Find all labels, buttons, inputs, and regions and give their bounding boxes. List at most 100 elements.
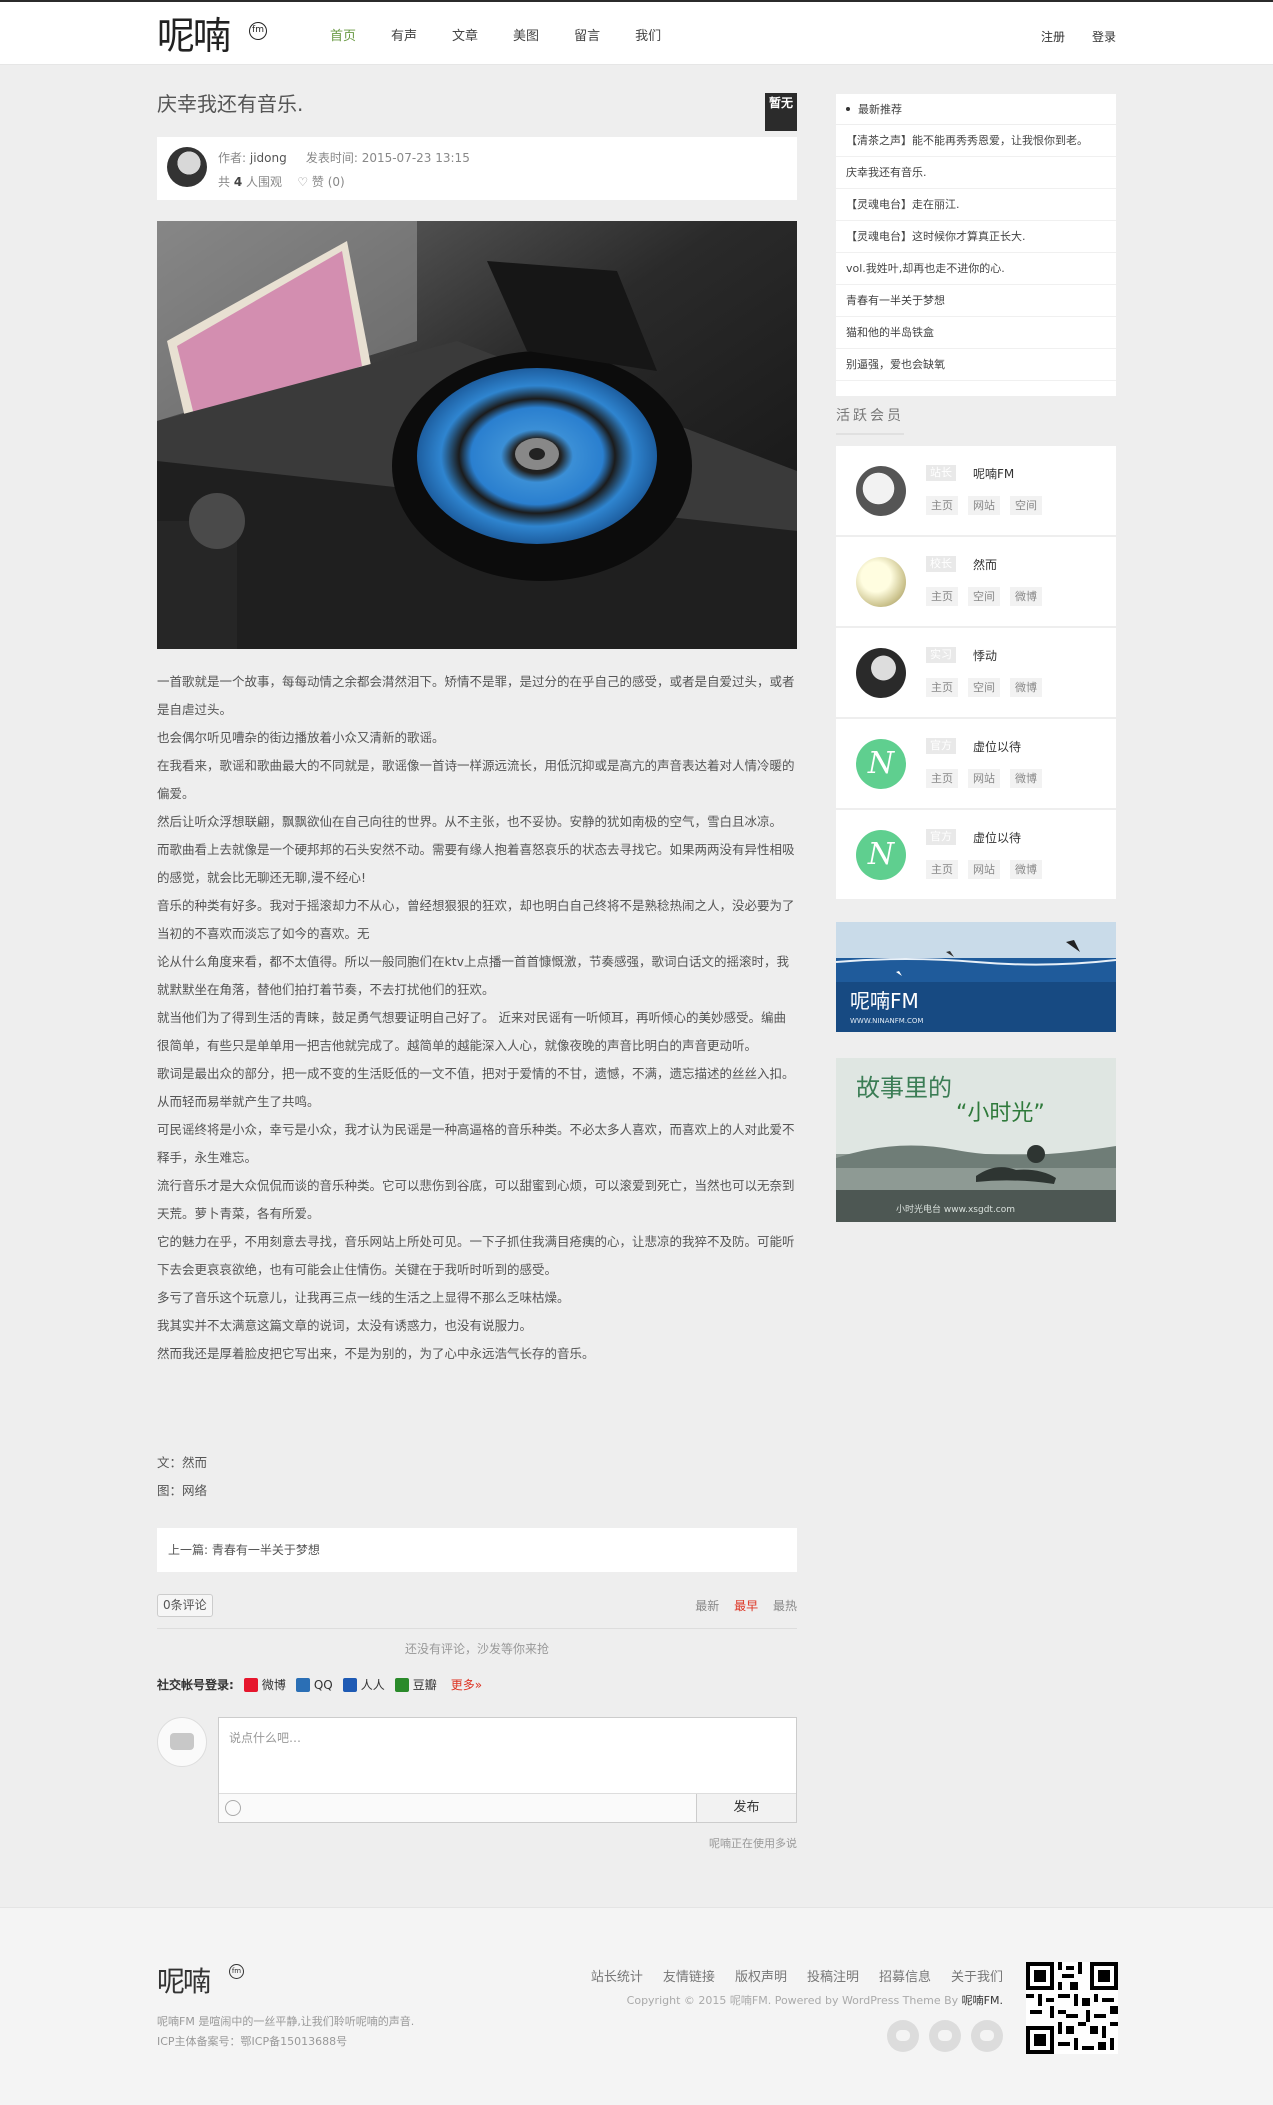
login-qq[interactable]: QQ: [295, 1677, 333, 1692]
member-name[interactable]: 然而: [973, 556, 997, 573]
footer-icp[interactable]: ICP主体备案号：鄂ICP备15013688号: [157, 2032, 414, 2052]
ad-banner-sea[interactable]: 呢喃FM WWW.NINANFM.COM: [836, 922, 1116, 1032]
social-more-link[interactable]: 更多»: [451, 1676, 482, 1693]
login-douban[interactable]: 豆瓣: [394, 1676, 437, 1693]
post-title: 庆幸我还有音乐.: [157, 92, 304, 116]
register-link[interactable]: 注册: [1041, 2, 1065, 65]
article-paragraph: 然后让听众浮想联翩，飘飘欲仙在自己向往的世界。从不主张，也不妥协。安静的犹如南极…: [157, 814, 783, 829]
nav-photos[interactable]: 美图: [513, 2, 539, 65]
commenter-avatar-placeholder: [157, 1717, 207, 1767]
main-nav: 首页 有声 文章 美图 留言 我们: [330, 2, 696, 65]
member-link[interactable]: 网站: [968, 769, 1000, 788]
footer-link-submit[interactable]: 投稿注明: [807, 1966, 859, 1985]
recommend-item[interactable]: 【清茶之声】能不能再秀秀恩爱，让我恨你到老。: [836, 125, 1116, 157]
qzone-icon[interactable]: [929, 2020, 961, 2052]
member-link[interactable]: 网站: [968, 496, 1000, 515]
site-footer: 呢喃 fm 呢喃FM 是喧闹中的一丝平静,让我们聆听呢喃的声音. ICP主体备案…: [0, 1907, 1273, 2105]
prev-post-link[interactable]: 青春有一半关于梦想: [212, 1543, 320, 1557]
article-paragraph: 在我看来，歌谣和歌曲最大的不同就是，歌谣像一首诗一样源远流长，用低沉抑或是高亢的…: [157, 758, 795, 801]
footer-copyright: Copyright © 2015 呢喃FM. Powered by WordPr…: [627, 1992, 1003, 2008]
ad-banner-story[interactable]: 故事里的 “小时光” 小时光电台 www.xsgdt.com: [836, 1058, 1116, 1222]
member-avatar[interactable]: [856, 648, 906, 698]
member-link[interactable]: 微博: [1010, 769, 1042, 788]
social-weibo-label: 微博: [261, 1678, 286, 1692]
like-count[interactable]: 赞 (0): [312, 175, 345, 189]
member-link[interactable]: 主页: [926, 860, 958, 879]
member-link[interactable]: 微博: [1010, 587, 1042, 606]
member-link[interactable]: 微博: [1010, 678, 1042, 697]
member-avatar[interactable]: [856, 557, 906, 607]
member-avatar[interactable]: N: [856, 739, 906, 789]
recommend-item[interactable]: 猫和他的半岛铁盒: [836, 317, 1116, 349]
sort-newest[interactable]: 最新: [695, 1599, 719, 1613]
member-link[interactable]: 主页: [926, 769, 958, 788]
nav-guestbook[interactable]: 留言: [574, 2, 600, 65]
wechat-icon[interactable]: [887, 2020, 919, 2052]
site-logo[interactable]: 呢喃 fm: [157, 14, 267, 58]
nav-articles[interactable]: 文章: [452, 2, 478, 65]
sort-hottest[interactable]: 最热: [773, 1599, 797, 1613]
recommend-item[interactable]: 青春有一半关于梦想: [836, 285, 1116, 317]
article-body: 一首歌就是一个故事，每每动情之余都会潸然泪下。矫情不是罪，是过分的在乎自己的感受…: [157, 668, 797, 1368]
like-icon[interactable]: ♡: [297, 175, 308, 189]
login-weibo[interactable]: 微博: [243, 1676, 286, 1693]
author-avatar[interactable]: [167, 147, 207, 187]
member-avatar[interactable]: [856, 466, 906, 516]
member-name[interactable]: 虚位以待: [973, 738, 1021, 755]
member-link[interactable]: 主页: [926, 587, 958, 606]
article-paragraph: 多亏了音乐这个玩意儿，让我再三点一线的生活之上显得不那么乏味枯燥。: [157, 1290, 570, 1305]
author-name[interactable]: jidong: [250, 151, 287, 165]
article-paragraph: 流行音乐才是大众侃侃而谈的音乐种类。它可以悲伤到谷底，可以甜蜜到心烦，可以滚爱到…: [157, 1178, 795, 1221]
sort-oldest[interactable]: 最早: [734, 1599, 758, 1613]
footer-link-recruit[interactable]: 招募信息: [879, 1966, 931, 1985]
author-label: 作者:: [218, 151, 247, 165]
footer-link-stats[interactable]: 站长统计: [591, 1966, 643, 1985]
no-comments-message: 还没有评论，沙发等你来抢: [404, 1642, 549, 1656]
footer-desc-line: 呢喃FM 是喧闹中的一丝平静,让我们聆听呢喃的声音.: [157, 2015, 415, 2028]
member-link[interactable]: 主页: [926, 678, 958, 697]
member-card: 站长 呢喃FM 主页 网站 空间: [836, 446, 1116, 535]
comments-toolbar: 0条评论 最新 最早 最热: [157, 1594, 797, 1619]
member-name[interactable]: 悸动: [973, 647, 997, 664]
copyright-brand[interactable]: 呢喃FM.: [962, 1994, 1003, 2007]
login-renren[interactable]: 人人: [342, 1676, 385, 1693]
article-paragraph: 可民谣终将是小众，幸亏是小众，我才认为民谣是一种高逼格的音乐种类。不必太多人喜欢…: [157, 1122, 795, 1165]
emoji-icon[interactable]: [225, 1800, 241, 1816]
recommend-item[interactable]: 庆幸我还有音乐.: [836, 157, 1116, 189]
member-link[interactable]: 网站: [968, 860, 1000, 879]
footer-link-friends[interactable]: 友情链接: [663, 1966, 715, 1985]
story-banner-image: 故事里的 “小时光” 小时光电台 www.xsgdt.com: [836, 1058, 1116, 1222]
member-avatar[interactable]: N: [856, 830, 906, 880]
footer-logo[interactable]: 呢喃 fm: [157, 1960, 244, 2000]
member-links: 主页 网站 微博: [926, 860, 1052, 879]
nav-audio[interactable]: 有声: [391, 2, 417, 65]
weibo-footer-icon[interactable]: [971, 2020, 1003, 2052]
footer-link-copyright[interactable]: 版权声明: [735, 1966, 787, 1985]
member-link[interactable]: 空间: [968, 678, 1000, 697]
duoshuo-powered[interactable]: 呢喃正在使用多说: [709, 1835, 797, 1851]
member-link[interactable]: 空间: [968, 587, 1000, 606]
nav-about[interactable]: 我们: [635, 2, 661, 65]
member-name[interactable]: 呢喃FM: [973, 465, 1014, 482]
article-paragraph: 也会偶尔听见嘈杂的街边播放着小众又清新的歌谣。: [157, 730, 445, 745]
member-link[interactable]: 主页: [926, 496, 958, 515]
prev-label: 上一篇:: [168, 1543, 209, 1557]
credit-text: 文：然而: [157, 1455, 208, 1470]
comment-input[interactable]: 说点什么吧…: [229, 1729, 301, 1746]
banner1-logo: 呢喃FM: [850, 989, 919, 1013]
recommend-item[interactable]: 【灵魂电台】走在丽江.: [836, 189, 1116, 221]
login-link[interactable]: 登录: [1092, 2, 1116, 65]
member-link[interactable]: 空间: [1010, 496, 1042, 515]
publish-button[interactable]: 发布: [696, 1794, 796, 1822]
post-time: 2015-07-23 13:15: [361, 151, 470, 165]
member-links: 主页 网站 空间: [926, 496, 1052, 515]
prev-post[interactable]: 上一篇: 青春有一半关于梦想: [157, 1528, 797, 1572]
footer-link-about[interactable]: 关于我们: [951, 1966, 1003, 1985]
member-name[interactable]: 虚位以待: [973, 829, 1021, 846]
qr-code-image: [1026, 1962, 1118, 2054]
member-link[interactable]: 微博: [1010, 860, 1042, 879]
nav-home[interactable]: 首页: [330, 2, 356, 65]
recommend-item[interactable]: vol.我姓叶,却再也走不进你的心.: [836, 253, 1116, 285]
recommend-item[interactable]: 别逼强，爱也会缺氧: [836, 349, 1116, 381]
recommend-item[interactable]: 【灵魂电台】这时候你才算真正长大.: [836, 221, 1116, 253]
